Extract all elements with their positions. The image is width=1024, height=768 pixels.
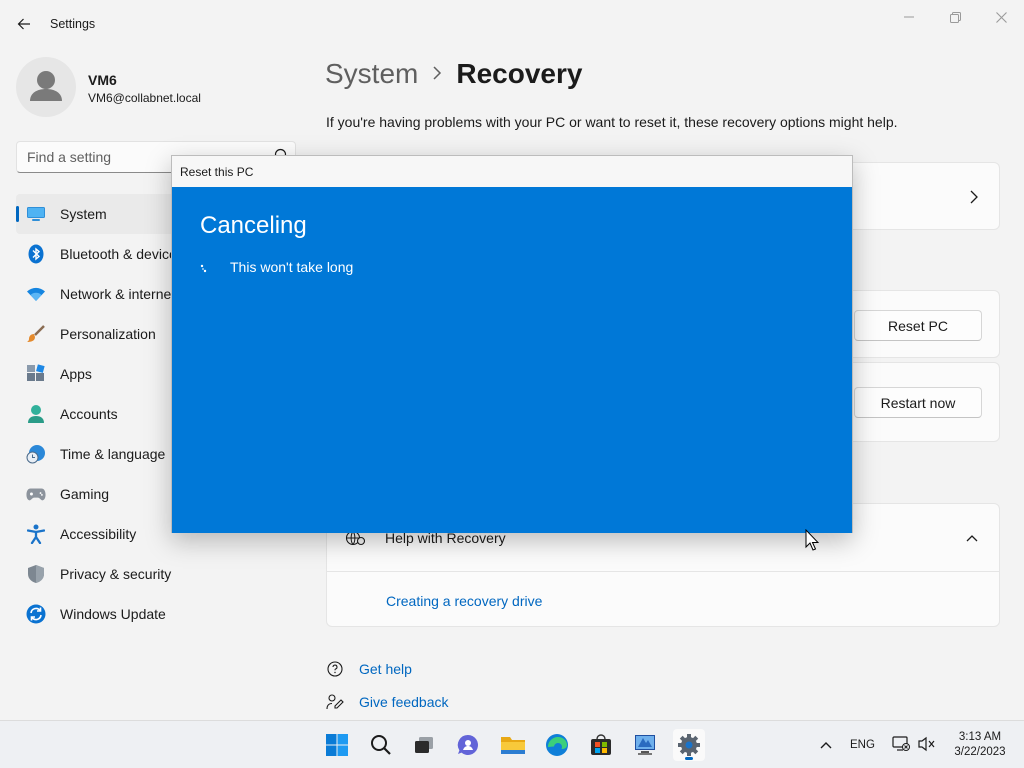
store-button[interactable] — [585, 729, 617, 761]
folder-icon — [501, 737, 525, 754]
person-icon — [26, 404, 46, 424]
clock-date: 3/22/2023 — [954, 746, 1006, 758]
sidebar-item-label: Network & internet — [60, 286, 176, 302]
bluetooth-icon — [26, 244, 46, 264]
edge-icon — [546, 734, 568, 756]
avatar[interactable] — [16, 57, 76, 117]
edge-browser-button[interactable] — [541, 729, 573, 761]
close-button[interactable] — [978, 4, 1024, 30]
show-hidden-icons-chevron-icon[interactable] — [819, 737, 833, 755]
back-arrow-icon — [17, 18, 30, 30]
user-avatar-icon — [30, 71, 62, 101]
gear-icon — [678, 734, 700, 756]
dialog-heading: Canceling — [200, 212, 307, 239]
breadcrumb-chevron-icon — [432, 64, 442, 85]
get-help-label: Get help — [359, 661, 412, 677]
close-icon — [995, 11, 1007, 23]
brush-icon — [26, 324, 46, 344]
sidebar-item-windows-update[interactable]: Windows Update — [16, 594, 306, 634]
app-title: Settings — [50, 17, 96, 31]
dialog-message: This won't take long — [230, 259, 354, 275]
sidebar-item-label: Windows Update — [60, 606, 166, 622]
globe-clock-icon — [26, 444, 46, 464]
chevron-up-icon[interactable] — [965, 530, 979, 548]
maximize-button[interactable] — [932, 4, 978, 30]
remote-desktop-button[interactable] — [629, 729, 661, 761]
breadcrumb-parent[interactable]: System — [325, 58, 418, 90]
give-feedback-label: Give feedback — [359, 694, 449, 710]
update-icon — [26, 604, 46, 624]
back-button[interactable] — [10, 10, 38, 38]
minimize-button[interactable] — [886, 4, 932, 30]
feedback-icon — [326, 693, 346, 711]
task-view-button[interactable] — [408, 729, 440, 761]
task-view-icon — [415, 737, 433, 753]
taskbar-search-button[interactable] — [365, 729, 397, 761]
wifi-icon — [26, 284, 46, 304]
reset-pc-dialog: Reset this PC Canceling This won't take … — [171, 155, 853, 533]
start-button[interactable] — [321, 729, 353, 761]
chat-icon — [457, 734, 478, 755]
input-language-indicator[interactable]: ENG — [850, 739, 875, 751]
chevron-right-icon — [969, 189, 979, 210]
clock[interactable]: 3:13 AM 3/22/2023 — [950, 730, 1010, 760]
volume-muted-icon[interactable] — [918, 736, 936, 757]
recovery-drive-link[interactable]: Creating a recovery drive — [386, 593, 542, 609]
dialog-title: Reset this PC — [172, 156, 852, 187]
clock-time: 3:13 AM — [958, 731, 1002, 743]
network-status-icon[interactable] — [892, 736, 910, 757]
mouse-cursor-icon — [805, 528, 820, 556]
sidebar-item-label: Accessibility — [60, 526, 137, 542]
give-feedback-link[interactable]: Give feedback — [326, 693, 449, 711]
gamepad-icon — [26, 484, 46, 504]
restore-icon — [949, 11, 961, 23]
help-chat-icon — [326, 660, 346, 678]
profile-name: VM6 — [88, 72, 117, 88]
sidebar-item-label: Gaming — [60, 486, 110, 502]
sidebar-item-label: Apps — [60, 366, 92, 382]
sidebar-item-privacy-security[interactable]: Privacy & security — [16, 554, 306, 594]
sidebar-item-label: Accounts — [60, 406, 118, 422]
remote-desktop-icon — [635, 735, 655, 755]
page-title: Recovery — [456, 58, 583, 89]
sidebar-item-label: System — [60, 206, 107, 222]
profile-email: VM6@collabnet.local — [88, 91, 201, 105]
minimize-icon — [904, 16, 914, 18]
breadcrumb: System Recovery — [325, 58, 582, 90]
teams-chat-button[interactable] — [452, 729, 484, 761]
restart-now-button[interactable]: Restart now — [854, 387, 982, 418]
shield-icon — [26, 564, 46, 584]
get-help-link[interactable]: Get help — [326, 660, 412, 678]
sidebar-item-label: Privacy & security — [60, 566, 172, 582]
dialog-body: Canceling This won't take long — [172, 187, 852, 533]
sidebar-item-label: Personalization — [60, 326, 156, 342]
file-explorer-button[interactable] — [497, 729, 529, 761]
settings-taskbar-button[interactable] — [673, 729, 705, 761]
sidebar-item-label: Time & language — [60, 446, 166, 462]
reset-pc-button[interactable]: Reset PC — [854, 310, 982, 341]
accessibility-icon — [26, 524, 46, 544]
search-icon — [371, 735, 391, 755]
spinner-icon — [200, 261, 214, 275]
monitor-icon — [26, 204, 46, 224]
sidebar-item-label: Bluetooth & devices — [60, 246, 184, 262]
page-subtitle: If you're having problems with your PC o… — [326, 114, 898, 130]
windows-logo-icon — [326, 734, 348, 756]
taskbar: ENG 3:13 AM 3/22/2023 — [0, 720, 1024, 768]
title-bar: Settings — [0, 0, 1024, 48]
apps-icon — [26, 364, 46, 384]
store-icon — [591, 734, 611, 755]
